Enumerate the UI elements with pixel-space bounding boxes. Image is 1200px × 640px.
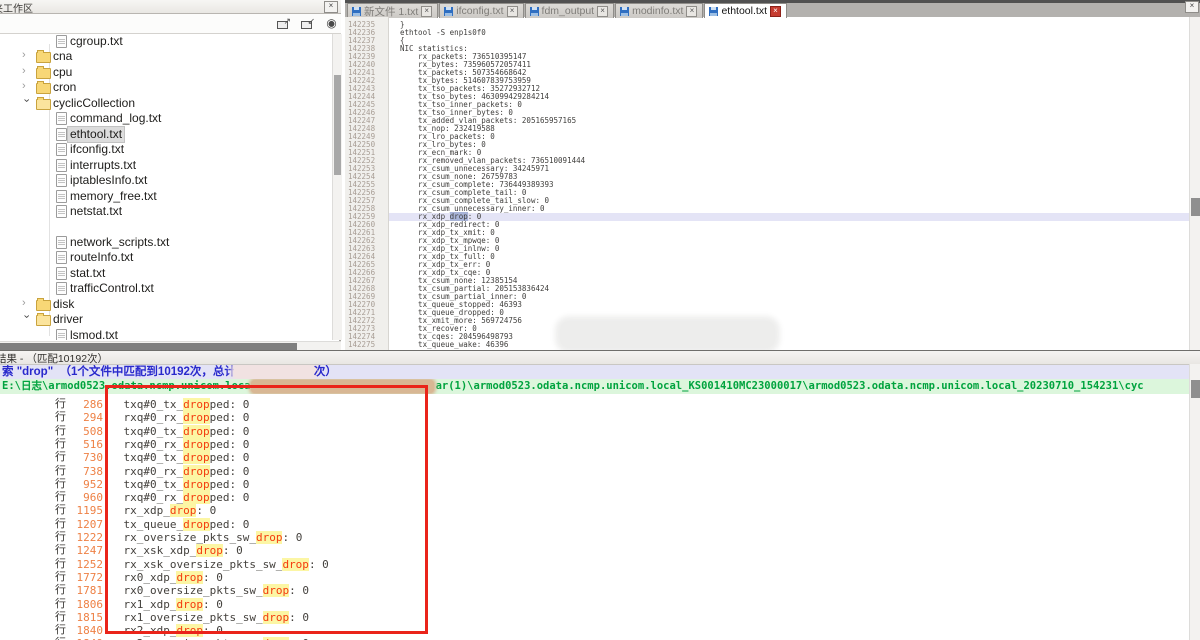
editor-tabbar: 新文件 1.txt×ifconfig.txt×fdm_output×modinf… — [345, 0, 1200, 17]
tree-item-label: ifconfig.txt — [70, 142, 124, 157]
file-icon — [56, 159, 67, 172]
tab-close-icon[interactable]: × — [686, 6, 697, 17]
results-vertical-scrollbar[interactable] — [1189, 364, 1200, 640]
file-path-suffix: ar(1)\armod0523.odata.ncmp.unicom.local_… — [436, 380, 1144, 392]
workspace-titlebar: 夹工作区 — [0, 0, 341, 14]
app-window: 夹工作区 × ↗ ↙ ◉ cgroup.txt › cna › cpu › cron › cycli… — [0, 0, 1200, 640]
tree-item-label: memory_free.txt — [70, 189, 157, 204]
tab-ethtool.txt[interactable]: ethtool.txt× — [704, 3, 787, 18]
expand-all-icon[interactable]: ↗ — [276, 16, 291, 30]
tree-item-label: cyclicCollection — [53, 96, 135, 111]
chevron-collapsed-icon[interactable]: › — [22, 297, 32, 309]
editor-line: ethtool -S enp1s0f0 — [400, 29, 486, 37]
editor-tabs: 新文件 1.txt×ifconfig.txt×fdm_output×modinf… — [347, 3, 788, 17]
file-icon — [56, 267, 67, 280]
folder-icon — [36, 52, 51, 63]
scrollbar-thumb[interactable] — [1191, 380, 1200, 398]
tree-item-label: driver — [53, 312, 83, 327]
tree-item-label: iptablesInfo.txt — [70, 173, 147, 188]
tab-close-icon[interactable]: × — [597, 6, 608, 17]
tree-item-label: command_log.txt — [70, 111, 161, 126]
search-summary: 索 "drop" （1个文件中匹配到10192次，总计 次） — [0, 365, 1189, 379]
tab-label: ifconfig.txt — [456, 5, 503, 17]
chevron-collapsed-icon[interactable]: › — [22, 65, 32, 77]
tree-item-label: cna — [53, 49, 72, 64]
file-icon — [56, 251, 67, 264]
tab-close-icon[interactable]: × — [421, 6, 432, 17]
results-title: 结果 - （匹配10192次） — [0, 351, 108, 365]
tab-label: modinfo.txt — [632, 5, 683, 17]
file-icon — [56, 35, 67, 48]
file-icon — [56, 282, 67, 295]
file-icon — [56, 329, 67, 340]
file-icon — [56, 143, 67, 156]
results-titlebar: 结果 - （匹配10192次） — [0, 351, 1200, 365]
tree-item-label: stat.txt — [70, 266, 105, 281]
folder-icon — [36, 300, 51, 311]
floppy-icon — [620, 7, 629, 16]
editor-text-area[interactable]: 142235}142236ethtool -S enp1s0f0142237{1… — [345, 17, 1189, 350]
tab-ifconfig.txt[interactable]: ifconfig.txt × — [439, 3, 523, 18]
scrollbar-thumb[interactable] — [0, 343, 297, 350]
folder-icon — [36, 83, 51, 94]
chevron-collapsed-icon[interactable]: › — [22, 49, 32, 61]
locate-file-icon[interactable]: ◉ — [324, 16, 339, 30]
floppy-icon — [530, 7, 539, 16]
floppy-icon — [709, 7, 718, 16]
tab-新文件-1.txt[interactable]: 新文件 1.txt× — [347, 3, 438, 18]
tree-item-label: ethtool.txt — [68, 127, 124, 142]
search-summary-suffix: 次） — [314, 366, 337, 378]
floppy-icon — [444, 7, 453, 16]
censor-blob — [234, 365, 316, 378]
tab-close-icon[interactable]: × — [507, 6, 518, 17]
scrollbar-thumb[interactable] — [334, 75, 341, 175]
tree-item-label: cron — [53, 80, 76, 95]
line-number: 142275 — [348, 341, 375, 349]
file-icon — [56, 112, 67, 125]
tab-label: ethtool.txt — [721, 5, 767, 17]
search-summary-prefix: 索 "drop" （1个文件中匹配到10192次，总计 — [2, 366, 236, 378]
editor-vertical-scrollbar[interactable] — [1189, 17, 1200, 350]
tree-item-label: routeInfo.txt — [70, 250, 133, 265]
editor-line: tx_queue_wake: 46396 — [400, 341, 508, 349]
censor-blob — [560, 321, 775, 348]
folder-icon — [36, 99, 51, 110]
workspace-close-icon[interactable]: × — [324, 1, 338, 13]
file-icon — [56, 128, 67, 141]
tab-label: fdm_output — [542, 5, 595, 17]
workspace-title: 夹工作区 — [0, 0, 33, 14]
chevron-collapsed-icon[interactable]: › — [22, 80, 32, 92]
file-icon — [56, 236, 67, 249]
scrollbar-thumb[interactable] — [1191, 198, 1200, 216]
tree-item-label: cpu — [53, 65, 72, 80]
workspace-tree[interactable]: cgroup.txt › cna › cpu › cron › cyclicCollection… — [0, 34, 330, 340]
tab-fdm_output[interactable]: fdm_output× — [525, 3, 615, 18]
chevron-expanded-icon[interactable]: › — [21, 315, 33, 325]
tree-item-label: network_scripts.txt — [70, 235, 169, 250]
results-close-icon[interactable]: × — [1185, 1, 1199, 13]
tab-modinfo.txt[interactable]: modinfo.txt× — [615, 3, 703, 18]
current-line-highlight — [389, 213, 1189, 221]
workspace-toolbar: ↗ ↙ ◉ — [0, 14, 341, 34]
tree-item-label: trafficControl.txt — [70, 281, 154, 296]
tree-item-label: cgroup.txt — [70, 34, 123, 49]
floppy-icon — [352, 7, 361, 16]
tree-vertical-scrollbar[interactable] — [332, 34, 342, 340]
chevron-expanded-icon[interactable]: › — [21, 99, 33, 109]
tree-item-label: lsmod.txt — [70, 328, 118, 340]
file-icon — [56, 205, 67, 218]
folder-icon — [36, 68, 51, 79]
tree-item-label: netstat.txt — [70, 204, 122, 219]
file-icon — [56, 174, 67, 187]
annotation-red-box — [105, 385, 428, 634]
tree-item-label: interrupts.txt — [70, 158, 136, 173]
workspace-panel: 夹工作区 × ↗ ↙ ◉ cgroup.txt › cna › cpu › cron › cycli… — [0, 0, 341, 350]
tree-item-label: disk — [53, 297, 74, 312]
tab-close-icon[interactable]: × — [770, 6, 781, 17]
folder-icon — [36, 315, 51, 326]
file-icon — [56, 190, 67, 203]
collapse-all-icon[interactable]: ↙ — [300, 16, 315, 30]
